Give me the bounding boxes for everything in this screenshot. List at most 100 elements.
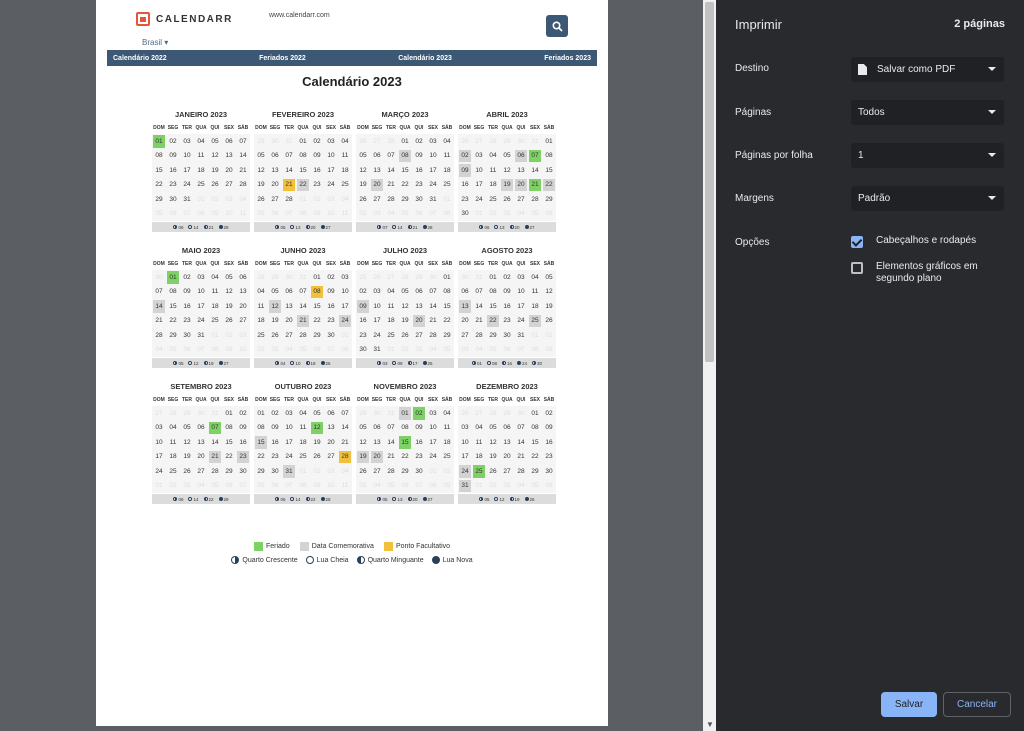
weekday-label: QUA (195, 397, 207, 403)
day-cell-outside: 03 (327, 195, 335, 203)
weekday-label: QUI (516, 261, 526, 267)
option-background-graphics[interactable]: Elementos gráficos em segundo plano (851, 261, 1001, 285)
moon-phase: 06 (173, 225, 183, 230)
day-cell: 28 (239, 181, 247, 189)
day-cell: 12 (311, 421, 323, 434)
day-cell: 14 (239, 152, 247, 160)
day-cell: 30 (327, 331, 335, 339)
save-button[interactable]: Salvar (881, 692, 937, 717)
day-cell: 24 (429, 453, 437, 461)
day-cell-outside: 08 (211, 346, 219, 354)
moon-phase-icon (173, 361, 178, 365)
weekday-label: SEG (473, 261, 485, 267)
day-cell: 19 (489, 453, 497, 461)
day-cell-outside: 03 (271, 346, 279, 354)
moon-phase-icon (320, 497, 325, 501)
day-cell: 05 (211, 137, 219, 145)
paginas-label: Páginas (735, 107, 772, 118)
day-cell-outside: 30 (373, 409, 381, 417)
day-cell-outside: 11 (341, 210, 349, 218)
day-cell: 17 (285, 438, 293, 446)
day-cell: 13 (415, 302, 423, 310)
moon-phase: 25 (422, 361, 433, 366)
moon-phase-icon (290, 225, 295, 229)
weekday-label: SEG (167, 397, 179, 403)
day-cell: 16 (271, 438, 279, 446)
option-headers-footers[interactable]: Cabeçalhos e rodapés (851, 235, 976, 248)
facultativo-swatch (383, 542, 393, 551)
day-cell-outside: 09 (313, 210, 321, 218)
margens-select[interactable]: Padrão (851, 186, 1004, 211)
day-cell: 03 (285, 409, 293, 417)
weekday-label: DOM (357, 397, 369, 403)
day-cell: 22 (531, 453, 539, 461)
moon-phase-icon (290, 497, 295, 501)
day-cell-outside: 28 (169, 409, 177, 417)
paginas-select[interactable]: Todos (851, 100, 1004, 125)
day-cell: 23 (359, 331, 367, 339)
moon-phase: 08 (486, 361, 497, 366)
day-cell: 30 (503, 331, 511, 339)
moon-phase: 29 (218, 497, 229, 502)
scrollbar-thumb[interactable] (705, 2, 714, 362)
day-cell: 07 (299, 288, 307, 296)
days-grid: 27 28 29 30 31 01 02 03 04 05 06 07 08 09 10 11 12 13 14 15… (152, 406, 250, 493)
month-1: JANEIRO 2023 DOM SEG TER QUA QUI SEX SÁB 01 02 03 0… (152, 108, 250, 232)
weekday-label: TER (284, 397, 294, 403)
moon-phase-day: 27 (325, 224, 331, 230)
day-cell: 08 (545, 152, 553, 160)
day-cell: 26 (271, 331, 279, 339)
day-cell-outside: 06 (415, 210, 423, 218)
day-cell-outside: 10 (327, 210, 335, 218)
weekday-header: DOM SEG TER QUA QUI SEX SÁB (152, 122, 250, 134)
weekday-label: TER (182, 125, 192, 131)
weekday-label: QUA (399, 261, 411, 267)
day-cell: 19 (257, 181, 265, 189)
day-cell-outside: 03 (503, 482, 511, 490)
day-cell: 22 (443, 317, 451, 325)
moon-phase: 21 (407, 225, 418, 230)
weekday-label: QUA (297, 125, 309, 131)
day-cell-outside: 30 (197, 409, 205, 417)
month-8: AGOSTO 2023 DOM SEG TER QUA QUI SEX SÁB 30 31 01 02… (458, 244, 556, 368)
day-cell: 20 (371, 450, 383, 463)
day-cell-outside: 06 (225, 482, 233, 490)
day-cell: 10 (373, 302, 381, 310)
background-graphics-checkbox[interactable] (851, 262, 863, 274)
preview-scrollbar[interactable]: ▼ (703, 0, 716, 731)
day-cell: 20 (503, 453, 511, 461)
day-cell-outside: 04 (341, 195, 349, 203)
weekday-label: SÁB (339, 125, 351, 131)
scroll-down-arrow-icon[interactable]: ▼ (706, 721, 714, 729)
destino-select[interactable]: Salvar como PDF (851, 57, 1004, 82)
day-cell-outside: 01 (211, 331, 219, 339)
por-folha-select[interactable]: 1 (851, 143, 1004, 168)
search-button (546, 15, 568, 37)
day-cell: 14 (517, 438, 525, 446)
day-cell: 25 (387, 331, 395, 339)
day-cell: 23 (327, 317, 335, 325)
moon-phase-icon (173, 225, 178, 229)
moon-phase-day: 28 (427, 224, 433, 230)
day-cell: 30 (415, 195, 423, 203)
moon-phase: 05 (173, 361, 183, 366)
weekday-label: DOM (153, 397, 165, 403)
day-cell: 18 (531, 302, 539, 310)
moon-phase-day: 26 (529, 496, 535, 502)
weekday-label: QUA (195, 261, 207, 267)
day-cell-outside: 03 (415, 346, 423, 354)
moon-phase-icon (524, 497, 529, 501)
day-cell: 31 (517, 331, 525, 339)
day-cell: 13 (285, 302, 293, 310)
day-cell: 10 (327, 152, 335, 160)
cancel-button[interactable]: Cancelar (943, 692, 1011, 717)
day-cell-outside: 02 (489, 210, 497, 218)
moon-phase-day: 04 (280, 360, 286, 366)
moon-phase-icon (305, 361, 310, 365)
day-cell-outside: 08 (341, 346, 349, 354)
day-cell: 31 (197, 331, 205, 339)
headers-footers-checkbox[interactable] (851, 236, 863, 248)
moon-phase: 14 (290, 497, 301, 502)
day-cell-outside: 01 (387, 346, 395, 354)
day-cell: 28 (531, 195, 539, 203)
